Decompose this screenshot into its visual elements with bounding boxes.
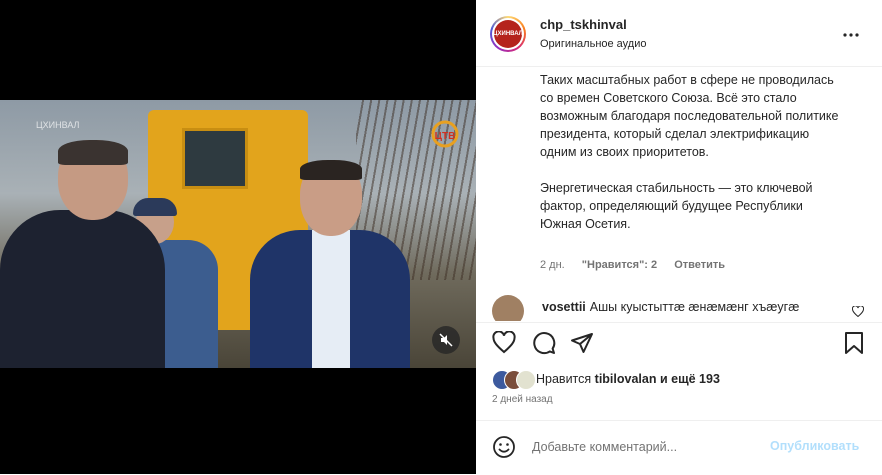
action-bar [476, 322, 882, 363]
comment-like-heart-icon[interactable] [851, 304, 865, 321]
save-bookmark-icon[interactable] [842, 331, 866, 355]
video-player[interactable]: ЦХИНВАЛ ЦТВ [0, 100, 476, 368]
publish-button[interactable]: Опубликовать [770, 439, 859, 453]
commenter-username[interactable]: vosettii [542, 300, 586, 314]
comment-item: vosettii Ашы куыстыттæ æнæмæнг хъæугæ [492, 295, 872, 321]
audio-label[interactable]: Оригинальное аудио [540, 38, 647, 50]
likes-text: Нравится tibilovalan и ещё 193 [536, 372, 720, 386]
comment-input[interactable] [532, 437, 752, 457]
liker-username[interactable]: tibilovalan [595, 372, 657, 386]
caption-paragraph-1: Таких масштабных работ в сфере не провод… [540, 73, 839, 159]
share-paper-plane-icon[interactable] [570, 331, 594, 355]
man-figure-right [250, 160, 410, 368]
comment-body: Ашы куыстыттæ æнæмæнг хъæугæ [589, 300, 800, 314]
post-date[interactable]: 2 дней назад [492, 394, 553, 405]
caption-meta: 2 дн. "Нравится": 2 Ответить [540, 259, 739, 271]
mute-button[interactable] [432, 326, 460, 354]
video-watermark: ЦХИНВАЛ [36, 120, 80, 130]
post-caption: Таких масштабных работ в сфере не провод… [540, 71, 840, 251]
reply-link[interactable]: Ответить [674, 259, 725, 271]
svg-text:ЦТВ: ЦТВ [435, 131, 456, 142]
speaker-muted-icon [439, 333, 453, 347]
channel-logo: ЦТВ [430, 120, 460, 148]
more-options-icon[interactable] [842, 22, 860, 43]
comment-text: vosettii Ашы куыстыттæ æнæмæнг хъæугæ [542, 300, 799, 314]
like-heart-icon[interactable] [492, 330, 516, 355]
commenter-avatar[interactable] [492, 295, 524, 321]
caption-age[interactable]: 2 дн. [540, 259, 565, 271]
comments-section[interactable]: Таких масштабных работ в сфере не провод… [476, 67, 882, 321]
man-figure-left [0, 140, 165, 368]
author-avatar[interactable]: ЦХИНВАЛ [490, 16, 526, 52]
caption-paragraph-2: Энергетическая стабильность — это ключев… [540, 181, 813, 231]
post-sidebar: ЦХИНВАЛ chp_tskhinval Оригинальное аудио… [476, 0, 882, 474]
likes-prefix: Нравится [536, 372, 592, 386]
author-username[interactable]: chp_tskhinval [540, 17, 627, 32]
comment-composer: Опубликовать [476, 420, 882, 475]
video-pane[interactable]: ЦХИНВАЛ ЦТВ [0, 0, 476, 474]
likes-count[interactable]: и ещё 193 [660, 372, 720, 386]
emoji-icon[interactable] [492, 435, 516, 459]
post-header: ЦХИНВАЛ chp_tskhinval Оригинальное аудио [476, 0, 882, 67]
caption-likes[interactable]: "Нравится": 2 [582, 259, 657, 271]
liker-avatar[interactable] [516, 370, 536, 390]
truck-window [182, 128, 248, 189]
comment-bubble-icon[interactable] [532, 331, 556, 355]
